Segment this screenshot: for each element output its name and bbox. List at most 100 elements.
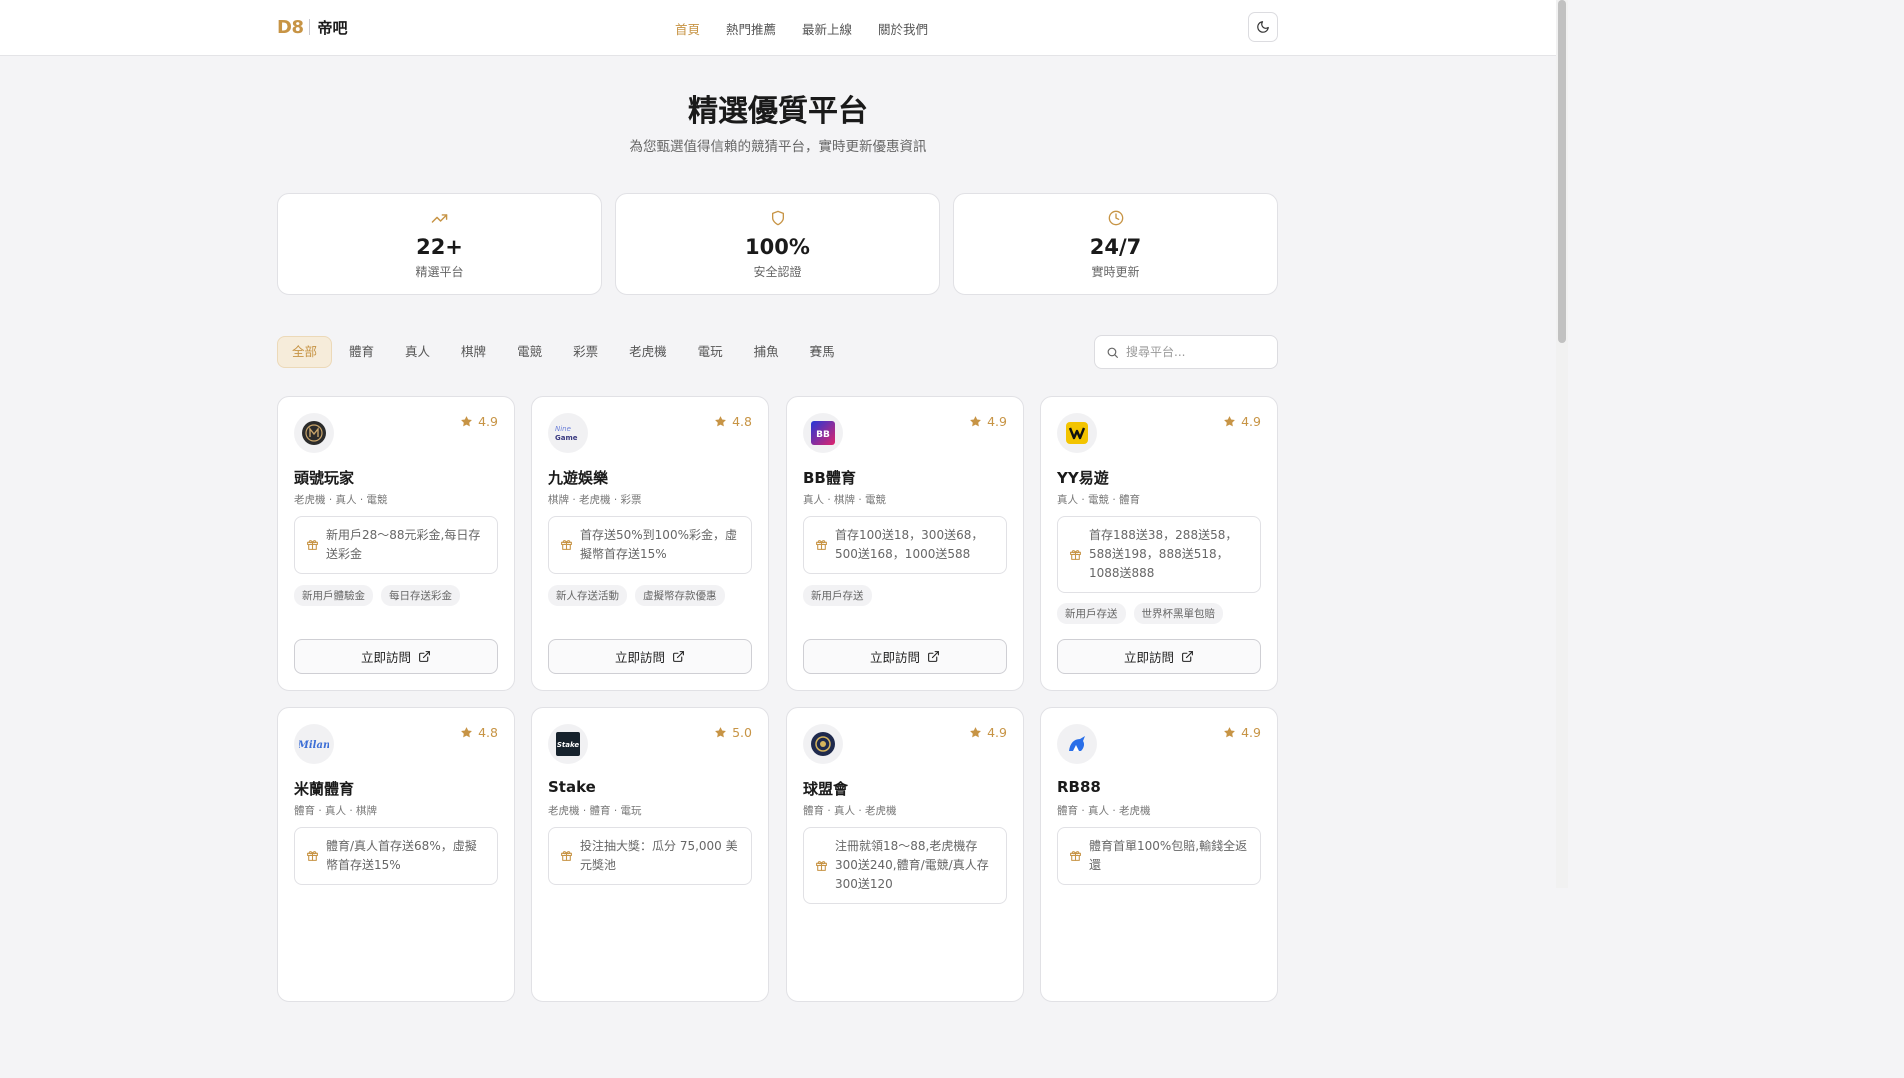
brand-logo[interactable]: D8 [277,17,304,38]
platform-name: 球盟會 [803,780,849,798]
rating: 4.9 [969,725,1007,740]
badge: 每日存送彩金 [381,585,460,606]
search-icon [1107,347,1118,358]
platform-categories: 真人 · 棋牌 · 電競 [803,494,887,506]
platform-card[interactable]: Milan 4.8 米蘭體育 體育 · 真人 · 棋牌 體育/真人首存送68%，… [277,707,515,1002]
promo-text: 首存送50%到100%彩金，虛擬幣首存送15% [580,528,737,561]
star-icon [970,416,982,427]
badge: 新人存送活動 [548,585,627,606]
visit-button[interactable]: 立即訪問 [548,639,752,674]
star-icon [715,416,727,427]
filter-live[interactable]: 真人 [391,336,444,368]
platform-categories: 老虎機 · 體育 · 電玩 [548,805,642,817]
visit-button[interactable]: 立即訪問 [803,639,1007,674]
shield-icon [771,210,784,226]
nav-popular[interactable]: 熱門推薦 [726,19,776,38]
visit-label: 立即訪問 [869,650,920,665]
promo-box: 注冊就領18～88,老虎機存300送240,體育/電競/真人存300送120 [803,827,1007,904]
promo-text: 首存188送38，288送58，588送198，888送518，1088送888 [1089,528,1238,580]
star-icon [1224,416,1236,427]
filter-racing[interactable]: 賽馬 [796,336,849,368]
platform-logo [1057,413,1097,453]
badge-list: 新用戶存送 [803,585,880,606]
clock-icon [1108,210,1123,226]
platform-categories: 棋牌 · 老虎機 · 彩票 [548,494,642,506]
platform-card[interactable]: 4.9 YY易遊 真人 · 電競 · 體育 首存188送38，288送58，58… [1040,396,1278,691]
filter-fishing[interactable]: 捕魚 [740,336,793,368]
moon-icon [1257,21,1269,33]
star-icon [970,727,982,738]
page-subtitle: 為您甄選值得信賴的競猜平台，實時更新優惠資訊 [629,139,927,155]
gift-icon [1070,549,1081,560]
platform-card[interactable]: 4.9 頭號玩家 老虎機 · 真人 · 電競 新用戶28～88元彩金,每日存送彩… [277,396,515,691]
badge: 世界杯黑單包賠 [1133,603,1223,624]
promo-box: 體育/真人首存送68%，虛擬幣首存送15% [294,827,498,885]
promo-text: 投注抽大獎：瓜分 75,000 美元獎池 [580,839,738,872]
filter-arcade[interactable]: 電玩 [684,336,737,368]
brand-name[interactable]: 帝吧 [317,17,347,38]
badge: 新用戶存送 [803,585,872,606]
rating: 4.9 [969,414,1007,429]
platform-logo: Milan [294,724,334,764]
external-link-icon [928,651,939,662]
promo-text: 體育首單100%包賠,輸錢全返還 [1089,839,1248,872]
stat-label: 實時更新 [1091,265,1140,279]
visit-label: 立即訪問 [614,650,665,665]
visit-button[interactable]: 立即訪問 [294,639,498,674]
nav-about[interactable]: 關於我們 [878,19,928,38]
filter-lottery[interactable]: 彩票 [559,336,612,368]
platform-logo: Stake [548,724,588,764]
nav-home[interactable]: 首頁 [675,19,700,38]
rating-value: 4.9 [478,414,498,429]
badge-list: 新用戶體驗金 每日存送彩金 [294,585,468,606]
rating: 4.9 [460,414,498,429]
badge: 新用戶體驗金 [294,585,373,606]
platform-card[interactable]: Stake 5.0 Stake 老虎機 · 體育 · 電玩 投注抽大獎：瓜分 7… [531,707,769,1002]
promo-text: 新用戶28～88元彩金,每日存送彩金 [326,528,481,561]
rating-value: 4.9 [987,414,1007,429]
filter-all[interactable]: 全部 [277,336,333,368]
platform-card[interactable]: 4.9 球盟會 體育 · 真人 · 老虎機 注冊就領18～88,老虎機存300送… [786,707,1024,1002]
platform-categories: 體育 · 真人 · 棋牌 [294,805,378,817]
promo-text: 體育/真人首存送68%，虛擬幣首存送15% [326,839,477,872]
rating-value: 4.9 [1241,414,1261,429]
promo-text: 注冊就領18～88,老虎機存300送240,體育/電競/真人存300送120 [835,839,989,891]
platform-name: 九遊娛樂 [548,469,609,487]
nav-new[interactable]: 最新上線 [802,19,852,38]
stat-card-updates: 24/7 實時更新 [953,193,1278,295]
visit-label: 立即訪問 [360,650,411,665]
rating-value: 4.8 [732,414,752,429]
stat-card-platforms: 22+ 精選平台 [277,193,602,295]
search-input[interactable] [1126,345,1266,359]
platform-card[interactable]: Nine Game 4.8 九遊娛樂 棋牌 · 老虎機 · 彩票 首存送50%到1… [531,396,769,691]
platform-name: YY易遊 [1057,469,1109,487]
filter-slots[interactable]: 老虎機 [615,336,681,368]
platform-card[interactable]: BB 4.9 BB體育 真人 · 棋牌 · 電競 首存100送18，300送68… [786,396,1024,691]
platform-card[interactable]: 4.9 RB88 體育 · 真人 · 老虎機 體育首單100%包賠,輸錢全返還 [1040,707,1278,1002]
star-icon [461,727,473,738]
search-box[interactable] [1094,335,1278,369]
theme-toggle-button[interactable] [1248,12,1278,42]
stat-label: 精選平台 [415,265,464,279]
filter-chess[interactable]: 棋牌 [447,336,500,368]
promo-box: 體育首單100%包賠,輸錢全返還 [1057,827,1261,885]
badge-list: 新人存送活動 虛擬幣存款優惠 [548,585,733,606]
filter-sports[interactable]: 體育 [335,336,388,368]
main-nav: 首頁 熱門推薦 最新上線 關於我們 [675,19,954,38]
rating-value: 5.0 [732,725,752,740]
star-icon [1224,727,1236,738]
gift-icon [816,540,827,550]
platform-logo [803,724,843,764]
category-filter-bar: 全部 體育 真人 棋牌 電競 彩票 老虎機 電玩 捕魚 賽馬 [277,336,852,368]
brand[interactable]: D8 帝吧 [277,16,347,38]
platform-categories: 體育 · 真人 · 老虎機 [803,805,897,817]
visit-button[interactable]: 立即訪問 [1057,639,1261,674]
scrollbar-thumb[interactable] [1558,0,1566,343]
gift-icon [307,851,318,861]
platform-logo: Nine Game [548,413,588,453]
gift-icon [1070,851,1081,861]
promo-box: 首存送50%到100%彩金，虛擬幣首存送15% [548,516,752,574]
promo-box: 新用戶28～88元彩金,每日存送彩金 [294,516,498,574]
filter-esports[interactable]: 電競 [503,336,556,368]
platform-name: BB體育 [803,469,856,487]
